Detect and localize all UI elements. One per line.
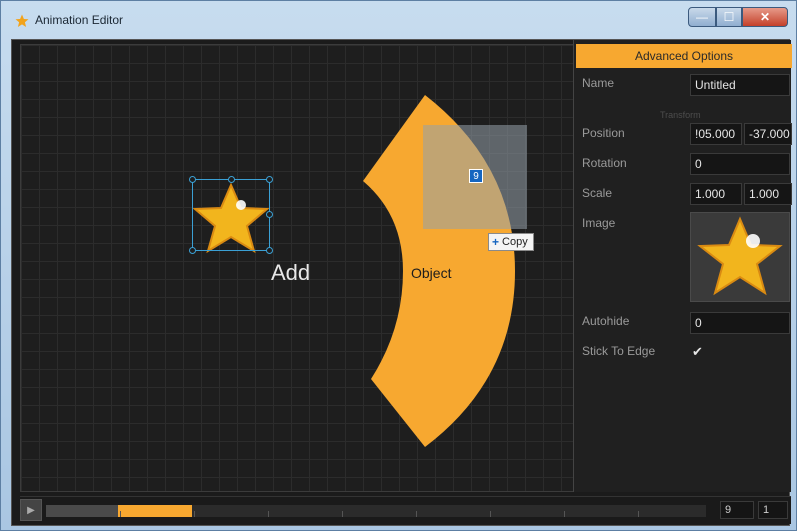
title-bar[interactable]: Animation Editor — ☐ ✕: [1, 1, 796, 35]
close-button[interactable]: ✕: [742, 7, 788, 27]
name-field[interactable]: Untitled: [690, 74, 790, 96]
caption-buttons: — ☐ ✕: [688, 7, 788, 27]
current-frame-field[interactable]: 9: [720, 501, 754, 519]
resize-handle[interactable]: [266, 176, 273, 183]
timeline-tick: [342, 511, 343, 517]
advanced-options-panel: Advanced Options Name Untitled Transform…: [573, 40, 792, 492]
timeline-track[interactable]: [46, 505, 706, 517]
name-label: Name: [582, 76, 615, 90]
selection-box[interactable]: [189, 176, 273, 254]
window-title: Animation Editor: [35, 13, 124, 27]
timeline-tick: [268, 511, 269, 517]
position-x-field[interactable]: !05.000: [690, 123, 742, 145]
scale-x-field[interactable]: 1.000: [690, 183, 742, 205]
resize-handle[interactable]: [266, 211, 273, 218]
timeline-tick: [194, 511, 195, 517]
position-label: Position: [582, 126, 625, 140]
panel-header: Advanced Options: [576, 44, 792, 68]
star-image-icon: [697, 216, 783, 296]
add-radial-option[interactable]: Add: [271, 260, 310, 286]
play-button[interactable]: ▶: [20, 499, 42, 521]
timeline-tick: [490, 511, 491, 517]
stick-to-edge-checkbox[interactable]: ✔: [692, 344, 708, 360]
autohide-field[interactable]: 0: [690, 312, 790, 334]
plus-icon: +: [492, 235, 500, 249]
image-label: Image: [582, 216, 616, 230]
minimize-button[interactable]: —: [688, 7, 716, 27]
object-radial-option[interactable]: Object: [411, 265, 451, 281]
resize-handle[interactable]: [189, 247, 196, 254]
transform-section-label: Transform: [660, 110, 701, 120]
drag-count-badge: 9: [469, 169, 483, 183]
timeline-keyframe-bar[interactable]: [118, 505, 192, 517]
timeline-tick: [120, 511, 121, 517]
scale-y-field[interactable]: 1.000: [744, 183, 792, 205]
resize-handle[interactable]: [189, 176, 196, 183]
rotation-field[interactable]: 0: [690, 153, 790, 175]
timeline-tick: [416, 511, 417, 517]
editor-client-area: Add Object 9 + Copy Advanced Options Nam…: [11, 39, 792, 526]
position-y-field[interactable]: -37.000: [744, 123, 792, 145]
timeline-buffered: [46, 505, 118, 517]
frame-step-field[interactable]: 1: [758, 501, 788, 519]
maximize-button[interactable]: ☐: [716, 7, 742, 27]
timeline-tick: [564, 511, 565, 517]
autohide-label: Autohide: [582, 314, 630, 328]
timeline-tick: [638, 511, 639, 517]
scale-label: Scale: [582, 186, 613, 200]
stage-canvas[interactable]: Add Object 9 + Copy: [20, 44, 575, 492]
resize-handle[interactable]: [228, 176, 235, 183]
star-app-icon: [15, 14, 29, 27]
copy-tooltip-label: Copy: [502, 236, 528, 248]
resize-handle[interactable]: [266, 247, 273, 254]
app-window: Animation Editor — ☐ ✕ Add Object 9 + Co…: [0, 0, 797, 531]
copy-tooltip: + Copy: [488, 233, 534, 251]
rotation-label: Rotation: [582, 156, 627, 170]
timeline: ▶ 9 1: [20, 496, 791, 524]
image-preview[interactable]: [690, 212, 790, 302]
stick-to-edge-label: Stick To Edge: [582, 344, 656, 358]
